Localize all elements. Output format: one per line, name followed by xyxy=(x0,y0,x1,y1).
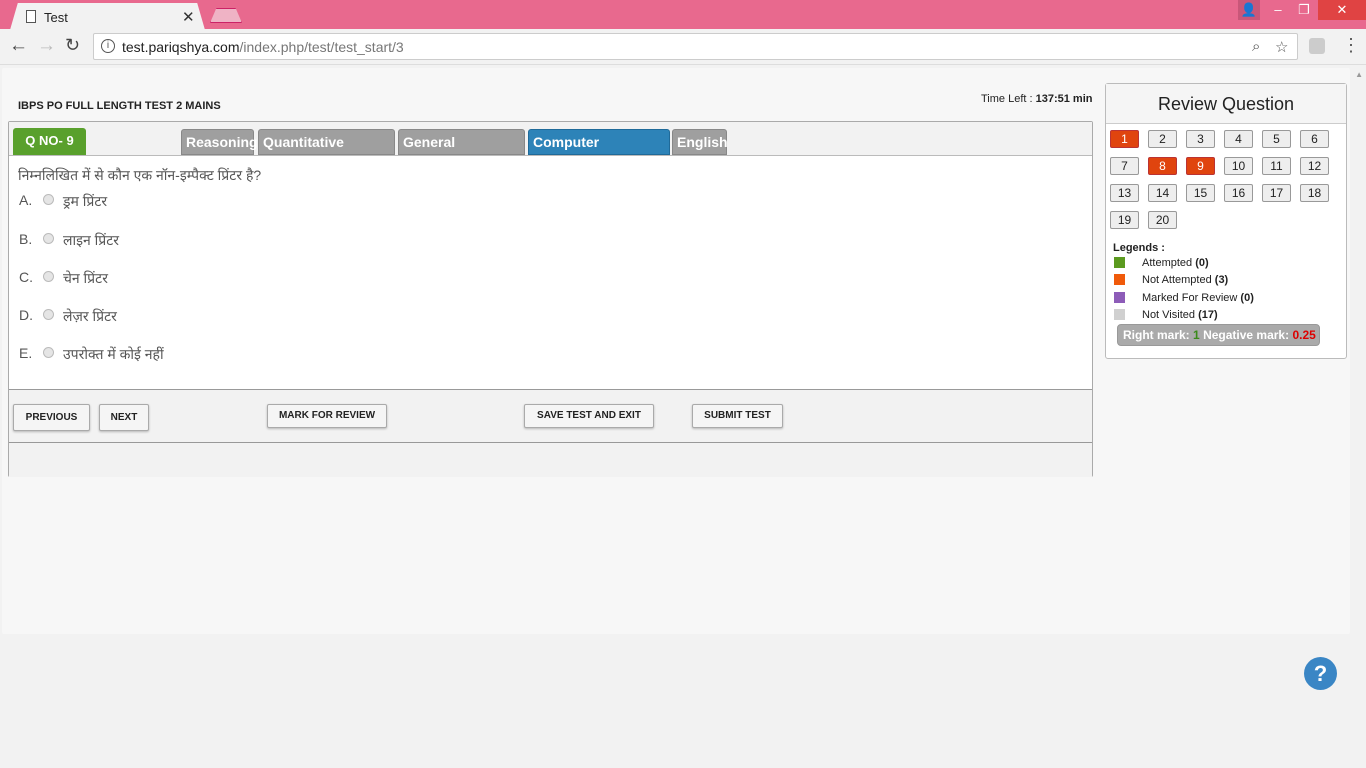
question-number-button[interactable]: 12 xyxy=(1300,157,1329,175)
legends-title: Legends : xyxy=(1113,242,1165,254)
question-number-button[interactable]: 14 xyxy=(1148,184,1177,202)
question-number-button[interactable]: 18 xyxy=(1300,184,1329,202)
menu-icon[interactable]: ⋮ xyxy=(1342,35,1360,56)
save-test-exit-button[interactable]: SAVE TEST AND EXIT xyxy=(524,404,654,428)
question-footer: PREVIOUS NEXT MARK FOR REVIEW SAVE TEST … xyxy=(9,389,1092,443)
tab-computer-knowledge[interactable]: Computer Knowledge xyxy=(528,129,670,175)
question-number-button[interactable]: 2 xyxy=(1148,130,1177,148)
profile-icon[interactable]: 👤 xyxy=(1238,0,1260,20)
minimize-icon[interactable]: – xyxy=(1266,0,1290,20)
marks-badge: Right mark: 1 Negative mark: 0.25 xyxy=(1117,324,1320,346)
question-number-button[interactable]: 3 xyxy=(1186,130,1215,148)
question-number-button[interactable]: 4 xyxy=(1224,130,1253,148)
question-number-button[interactable]: 15 xyxy=(1186,184,1215,202)
url-text: test.pariqshya.com/index.php/test/test_s… xyxy=(122,39,404,55)
browser-toolbar: ← → ↻ i test.pariqshya.com/index.php/tes… xyxy=(0,29,1366,65)
scrollbar[interactable]: ▲ xyxy=(1352,66,1366,768)
option-radio[interactable] xyxy=(43,233,54,244)
tab-reasoning[interactable]: Reasoning xyxy=(181,129,258,155)
time-left: Time Left : 137:51 min xyxy=(981,93,1093,105)
test-container: IBPS PO FULL LENGTH TEST 2 MAINS Time Le… xyxy=(2,68,1350,634)
submit-test-button[interactable]: SUBMIT TEST xyxy=(692,404,783,428)
page-content: IBPS PO FULL LENGTH TEST 2 MAINS Time Le… xyxy=(0,66,1366,768)
test-title: IBPS PO FULL LENGTH TEST 2 MAINS xyxy=(18,100,221,112)
star-icon[interactable]: ☆ xyxy=(1275,38,1288,56)
scroll-up-icon[interactable]: ▲ xyxy=(1355,70,1363,79)
question-number-button[interactable]: 7 xyxy=(1110,157,1139,175)
option-letter: B. xyxy=(19,231,33,247)
tab-english[interactable]: English xyxy=(672,129,728,155)
question-number-button[interactable]: 17 xyxy=(1262,184,1291,202)
option-text: उपरोक्त में कोई नहीं xyxy=(63,346,164,362)
option-text: ड्रम प्रिंटर xyxy=(63,193,108,209)
review-heading: Review Question xyxy=(1106,84,1346,124)
page-icon xyxy=(26,10,36,23)
question-number-button[interactable]: 11 xyxy=(1262,157,1291,175)
option-text: लेज़र प्रिंटर xyxy=(63,308,117,324)
browser-tab[interactable]: Test ✕ xyxy=(10,3,205,30)
tab-general-awareness[interactable]: General Awareness xyxy=(398,129,525,175)
legend-swatch xyxy=(1114,309,1125,320)
option-text: लाइन प्रिंटर xyxy=(63,232,120,248)
close-tab-icon[interactable]: ✕ xyxy=(182,8,195,26)
help-icon[interactable]: ? xyxy=(1304,657,1337,690)
restore-icon[interactable]: ❐ xyxy=(1292,0,1316,20)
browser-titlebar: Test ✕ 👤 – ❐ ✕ xyxy=(0,0,1366,30)
back-icon[interactable]: ← xyxy=(9,35,28,57)
tab-quantitative-aptitude[interactable]: Quantitative Aptitude xyxy=(258,129,395,175)
mark-for-review-button[interactable]: MARK FOR REVIEW xyxy=(267,404,387,428)
option-radio[interactable] xyxy=(43,271,54,282)
forward-icon[interactable]: → xyxy=(37,35,56,57)
review-panel: Review Question 1 2 3 4 5 6 7 8 9 10 11 12 13 14 15 16 1… xyxy=(1105,83,1347,359)
address-bar[interactable]: i test.pariqshya.com/index.php/test/test… xyxy=(93,33,1298,60)
option-radio[interactable] xyxy=(43,309,54,320)
question-number-button[interactable]: 13 xyxy=(1110,184,1139,202)
option-letter: D. xyxy=(19,307,33,323)
new-tab-button[interactable] xyxy=(210,8,242,23)
option-letter: E. xyxy=(19,345,33,361)
option-radio[interactable] xyxy=(43,347,54,358)
question-bottom-bar xyxy=(9,443,1092,477)
question-number-button[interactable]: 1 xyxy=(1110,130,1139,148)
question-number-button[interactable]: 16 xyxy=(1224,184,1253,202)
question-number-button[interactable]: 19 xyxy=(1110,211,1139,229)
option-radio[interactable] xyxy=(43,194,54,205)
previous-button[interactable]: PREVIOUS xyxy=(13,404,90,431)
question-number: Q NO- 9 xyxy=(13,128,86,155)
question-number-button[interactable]: 8 xyxy=(1148,157,1177,175)
extension-icon[interactable] xyxy=(1309,38,1325,54)
next-button[interactable]: NEXT xyxy=(99,404,149,431)
tab-title: Test xyxy=(44,10,68,25)
question-number-button[interactable]: 9 xyxy=(1186,157,1215,175)
legend-swatch xyxy=(1114,257,1125,268)
info-icon[interactable]: i xyxy=(101,39,115,53)
option-text: चेन प्रिंटर xyxy=(63,270,108,286)
question-panel: Q NO- 9 Reasoning Quantitative Aptitude … xyxy=(8,121,1093,477)
question-number-button[interactable]: 5 xyxy=(1262,130,1291,148)
option-letter: A. xyxy=(19,192,33,208)
close-window-icon[interactable]: ✕ xyxy=(1318,0,1366,20)
reload-icon[interactable]: ↻ xyxy=(65,35,80,56)
question-header: Q NO- 9 Reasoning Quantitative Aptitude … xyxy=(9,122,1092,175)
question-number-button[interactable]: 10 xyxy=(1224,157,1253,175)
question-text: निम्नलिखित में से कौन एक नॉन-इम्पैक्ट प्… xyxy=(18,167,262,183)
question-number-button[interactable]: 20 xyxy=(1148,211,1177,229)
legend-swatch xyxy=(1114,274,1125,285)
legend-swatch xyxy=(1114,292,1125,303)
question-number-button[interactable]: 6 xyxy=(1300,130,1329,148)
zoom-icon[interactable]: ⌕ xyxy=(1252,38,1260,55)
option-letter: C. xyxy=(19,269,33,285)
